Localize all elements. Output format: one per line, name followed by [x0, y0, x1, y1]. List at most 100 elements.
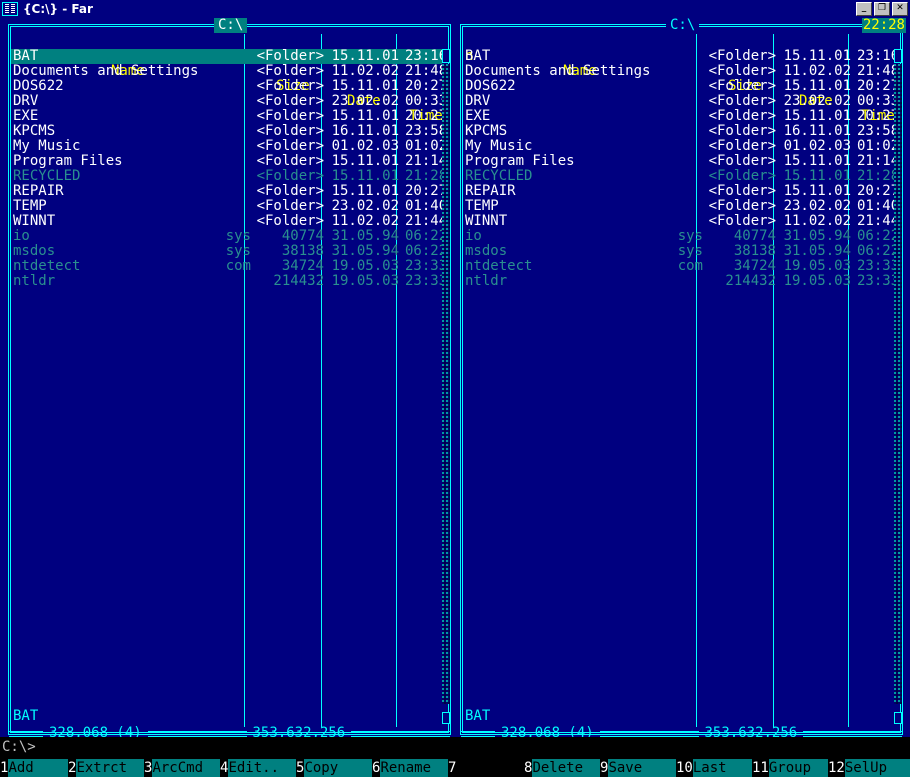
right-panel-path[interactable]: C:\ — [666, 18, 700, 33]
file-time: 00:33 — [857, 93, 900, 109]
function-key-f10[interactable]: 10 Last — [676, 759, 752, 777]
right-scrollbar-track[interactable] — [894, 64, 902, 704]
file-name: io — [13, 228, 30, 244]
close-button[interactable]: ✕ — [892, 2, 908, 16]
table-row[interactable]: msdos sys 38138 31.05.94 06:22 — [11, 243, 447, 259]
file-name: DRV — [13, 93, 39, 109]
function-key-f11[interactable]: 11 Group — [752, 759, 828, 777]
table-row[interactable]: DRV <Folder> 23.02.02 00:33 — [11, 93, 447, 109]
function-key-f1[interactable]: 1 Add — [0, 759, 68, 777]
right-scrollbar-thumb[interactable] — [894, 49, 902, 63]
left-scrollbar-track[interactable] — [442, 64, 450, 704]
function-key-label: Last — [692, 759, 752, 777]
left-scrollbar[interactable] — [442, 49, 450, 724]
command-line[interactable]: C:\> — [0, 737, 910, 759]
right-file-list[interactable]: BAT <Folder> 15.11.01 23:16 Documents and Se… — [463, 49, 900, 709]
file-size: <Folder> — [256, 213, 324, 229]
file-size: <Folder> — [256, 153, 324, 169]
left-scrollbar-thumb[interactable] — [442, 49, 450, 63]
table-row[interactable]: EXE <Folder> 15.11.01 20:27 — [463, 108, 899, 124]
file-size: 38138 — [281, 243, 324, 259]
table-row[interactable]: Documents and Settings <Folder> 11.02.02 21… — [463, 63, 899, 79]
restore-button[interactable]: ❐ — [874, 2, 890, 16]
function-key-label: Rename — [380, 759, 448, 777]
table-row[interactable]: io sys 40774 31.05.94 06:22 — [11, 228, 448, 244]
function-key-number: 3 — [144, 759, 153, 777]
table-row[interactable]: BAT <Folder> 15.11.01 23:16 — [463, 49, 899, 64]
function-key-f4[interactable]: 4 Edit.. — [220, 759, 296, 777]
function-key-f3[interactable]: 3 ArcCmd — [144, 759, 220, 777]
file-size: <Folder> — [708, 123, 776, 139]
file-name: Documents and Settings — [13, 63, 199, 79]
table-row[interactable]: ntldr 214432 19.05.03 23:33 — [11, 274, 447, 289]
table-row[interactable]: REPAIR <Folder> 15.11.01 20:27 — [463, 184, 899, 199]
table-row[interactable]: ntdetect com 34724 19.05.03 23:33 — [463, 258, 899, 274]
file-size: <Folder> — [256, 198, 324, 214]
table-row[interactable]: DOS622 <Folder> 15.11.01 20:27 — [463, 78, 899, 94]
file-time: 06:22 — [857, 243, 900, 259]
file-name: RECYCLED — [465, 168, 533, 184]
table-row[interactable]: KPCMS <Folder> 16.11.01 23:58 — [11, 124, 447, 139]
function-key-f7[interactable]: 7 — [448, 759, 524, 777]
table-row[interactable]: Documents and Settings <Folder> 11.02.02 21… — [11, 63, 447, 79]
function-key-bar[interactable]: 1 Add 2 Extrct 3 ArcCmd 4 Edit.. 5 Copy 6 Rename 7 8 D… — [0, 759, 910, 777]
table-row[interactable]: KPCMS <Folder> 16.11.01 23:58 — [463, 123, 899, 139]
table-row[interactable]: Program Files <Folder> 15.11.01 21:14 — [11, 153, 447, 169]
table-row[interactable]: REPAIR <Folder> 15.11.01 20:27 — [11, 183, 447, 199]
left-panel-path[interactable]: C:\ — [214, 18, 248, 33]
table-row[interactable]: My Music <Folder> 01.02.03 01:02 — [11, 138, 447, 154]
file-name: DRV — [465, 93, 491, 109]
file-name: ntldr — [465, 273, 508, 289]
file-name: EXE — [13, 108, 39, 124]
table-row[interactable]: DRV <Folder> 23.02.02 00:33 — [463, 93, 900, 109]
function-key-f5[interactable]: 5 Copy — [296, 759, 372, 777]
file-extension: com — [677, 258, 703, 274]
right-scrollbar-down-arrow[interactable] — [894, 712, 902, 724]
file-time: 06:22 — [405, 228, 448, 244]
table-row[interactable]: TEMP <Folder> 23.02.02 01:40 — [463, 199, 899, 214]
left-scrollbar-down-arrow[interactable] — [442, 712, 450, 724]
table-row[interactable]: ntldr 214432 19.05.03 23:33 — [463, 273, 899, 289]
file-name: Program Files — [465, 153, 575, 169]
table-row[interactable]: BAT <Folder> 15.11.01 23:16 — [11, 49, 447, 64]
file-name: io — [465, 228, 482, 244]
left-file-panel[interactable]: C:\ n Name Size Date Time BAT <Folder> 15.… — [5, 18, 455, 741]
file-date: 31.05.94 — [331, 243, 399, 259]
file-name: WINNT — [13, 213, 56, 229]
function-key-number: 6 — [372, 759, 381, 777]
table-row[interactable]: WINNT <Folder> 11.02.02 21:44 — [463, 214, 899, 229]
file-name: REPAIR — [13, 183, 64, 199]
right-file-panel[interactable]: C:\ 22:28 n Name Size Date Time BAT <Fold… — [457, 18, 907, 741]
file-date: 11.02.02 — [783, 63, 851, 79]
table-row[interactable]: msdos sys 38138 31.05.94 06:22 — [463, 243, 900, 259]
file-name: My Music — [13, 138, 81, 154]
function-key-f12[interactable]: 12 SelUp — [828, 759, 910, 777]
table-row[interactable]: My Music <Folder> 01.02.03 01:02 — [463, 139, 899, 154]
file-time: 01:40 — [405, 198, 448, 214]
function-key-label: Copy — [304, 759, 372, 777]
function-key-f9[interactable]: 9 Save — [600, 759, 676, 777]
table-row[interactable]: io sys 40774 31.05.94 06:22 — [463, 228, 899, 244]
table-row[interactable]: RECYCLED <Folder> 15.11.01 21:28 — [11, 169, 447, 184]
file-size: <Folder> — [708, 168, 776, 184]
table-row[interactable]: DOS622 <Folder> 15.11.01 20:27 — [11, 79, 447, 94]
table-row[interactable]: ntdetect com 34724 19.05.03 23:33 — [11, 258, 447, 274]
table-row[interactable]: EXE <Folder> 15.11.01 20:27 — [11, 108, 447, 124]
file-date: 15.11.01 — [783, 108, 851, 124]
file-date: 23.02.02 — [331, 198, 399, 214]
minimize-button[interactable]: _ — [856, 2, 872, 16]
right-scrollbar[interactable] — [894, 49, 902, 724]
function-key-f8[interactable]: 8 Delete — [524, 759, 600, 777]
table-row[interactable]: TEMP <Folder> 23.02.02 01:40 — [11, 198, 448, 214]
table-row[interactable]: WINNT <Folder> 11.02.02 21:44 — [11, 213, 447, 229]
far-manager-window: {C:\} - Far _ ❐ ✕ C:\ n Name Size Date T… — [0, 0, 910, 777]
file-time: 21:28 — [857, 168, 900, 184]
file-date: 31.05.94 — [783, 243, 851, 259]
table-row[interactable]: RECYCLED <Folder> 15.11.01 21:28 — [463, 168, 900, 184]
left-file-list[interactable]: BAT <Folder> 15.11.01 23:16 Documents and Se… — [11, 49, 448, 709]
table-row[interactable]: Program Files <Folder> 15.11.01 21:14 — [463, 153, 899, 169]
function-key-f6[interactable]: 6 Rename — [372, 759, 448, 777]
file-name: ntdetect — [13, 258, 81, 274]
file-date: 15.11.01 — [783, 78, 851, 94]
function-key-f2[interactable]: 2 Extrct — [68, 759, 144, 777]
